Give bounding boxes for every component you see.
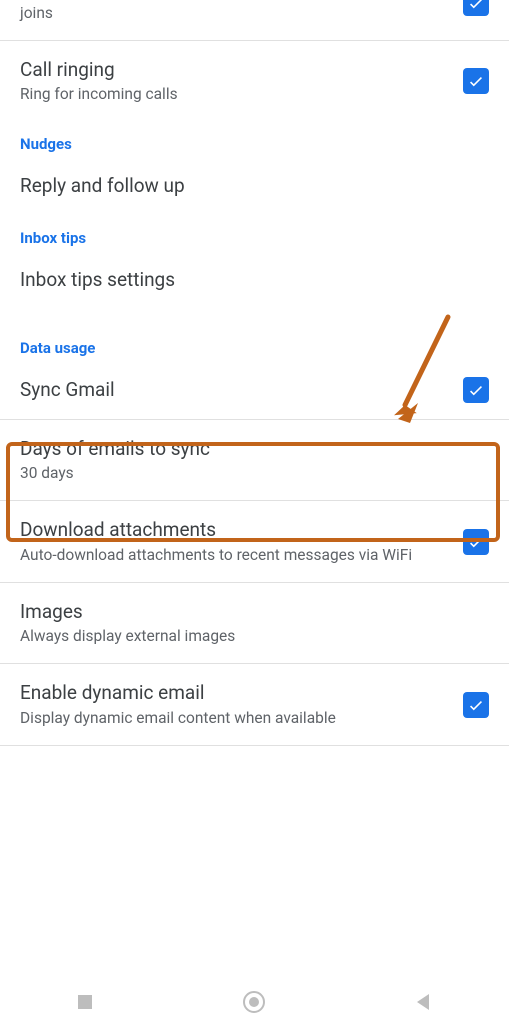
checkbox-sync-gmail[interactable] [463, 377, 489, 403]
setting-days-to-sync[interactable]: Days of emails to sync 30 days [0, 420, 509, 501]
checkbox-leave-empty-call[interactable] [463, 0, 489, 16]
checkbox-dynamic-email[interactable] [463, 692, 489, 718]
setting-title: Download attachments [20, 517, 447, 543]
setting-reply-follow-up[interactable]: Reply and follow up [0, 157, 509, 215]
setting-description: Auto-download attachments to recent mess… [20, 545, 447, 566]
setting-title: Images [20, 599, 473, 625]
triangle-left-icon [414, 992, 434, 1012]
nav-back-button[interactable] [394, 980, 454, 1024]
setting-inbox-tips-settings[interactable]: Inbox tips settings [0, 251, 509, 309]
setting-call-ringing[interactable]: Call ringing Ring for incoming calls [0, 41, 509, 122]
setting-title: Inbox tips settings [20, 267, 473, 293]
setting-description: Display dynamic email content when avail… [20, 708, 447, 729]
section-header-nudges: Nudges [0, 121, 509, 157]
setting-title: Days of emails to sync [20, 436, 473, 462]
setting-leave-empty-call[interactable]: Removes you from a call after a few minu… [0, 0, 509, 40]
circle-icon [241, 989, 267, 1015]
square-icon [76, 993, 94, 1011]
setting-sync-gmail[interactable]: Sync Gmail [0, 361, 509, 419]
setting-description: Always display external images [20, 626, 473, 647]
setting-images[interactable]: Images Always display external images [0, 583, 509, 664]
check-icon [467, 381, 485, 399]
divider [0, 745, 509, 746]
setting-enable-dynamic-email[interactable]: Enable dynamic email Display dynamic ema… [0, 664, 509, 745]
check-icon [467, 0, 485, 12]
setting-download-attachments[interactable]: Download attachments Auto-download attac… [0, 501, 509, 582]
check-icon [467, 72, 485, 90]
setting-title: Reply and follow up [20, 173, 473, 199]
nav-home-button[interactable] [224, 980, 284, 1024]
check-icon [467, 696, 485, 714]
setting-description: 30 days [20, 463, 473, 484]
section-header-inbox-tips: Inbox tips [0, 215, 509, 251]
settings-scroll[interactable]: Removes you from a call after a few minu… [0, 0, 509, 980]
setting-title: Call ringing [20, 57, 447, 83]
setting-title: Enable dynamic email [20, 680, 447, 706]
setting-title: Sync Gmail [20, 377, 447, 403]
check-icon [467, 533, 485, 551]
section-header-data-usage: Data usage [0, 309, 509, 361]
setting-description: Ring for incoming calls [20, 84, 447, 105]
setting-description: Removes you from a call after a few minu… [20, 0, 447, 24]
checkbox-download-attachments[interactable] [463, 529, 489, 555]
nav-recent-apps-button[interactable] [55, 980, 115, 1024]
checkbox-call-ringing[interactable] [463, 68, 489, 94]
android-nav-bar [0, 980, 509, 1024]
